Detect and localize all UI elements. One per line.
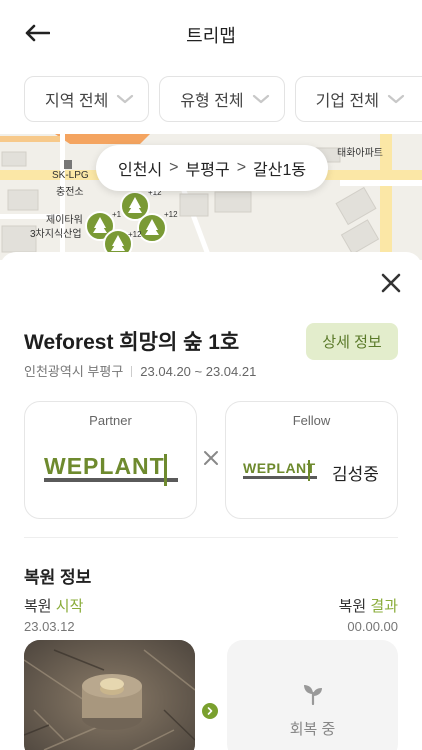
filter-company-dropdown[interactable]: 기업 전체	[294, 76, 422, 122]
chevron-right-icon	[202, 703, 218, 719]
restore-start-date: 23.03.12	[24, 619, 75, 634]
restoration-section-title: 복원 정보	[24, 568, 92, 587]
breadcrumb-separator: >	[169, 159, 179, 176]
restore-end-prefix: 복원	[338, 598, 367, 615]
chevron-down-icon	[252, 94, 269, 104]
fellow-card[interactable]: Fellow WEPLANT 김성중	[225, 401, 398, 519]
map-label-building-sub: 3차지식산업	[30, 229, 82, 240]
section-divider	[24, 537, 398, 538]
restore-start-photo[interactable]	[24, 640, 195, 750]
filter-company-label: 기업 전체	[315, 93, 379, 110]
page-title: 트리맵	[186, 26, 236, 46]
svg-text:WEPLANT: WEPLANT	[243, 460, 316, 476]
map-label-apartment: 태화아파트	[337, 148, 383, 159]
cluster-count: +12	[164, 210, 178, 219]
forest-meta: 인천광역시 부평구 23.04.20 ~ 23.04.21	[24, 361, 256, 380]
map-label-gas-station-sub: 충전소	[56, 187, 84, 198]
restore-end-date: 00.00.00	[347, 619, 398, 634]
detail-info-button[interactable]: 상세 정보	[306, 323, 398, 360]
filter-region-dropdown[interactable]: 지역 전체	[24, 76, 150, 122]
chevron-down-icon	[117, 94, 134, 104]
breadcrumb-separator: >	[236, 159, 247, 176]
partner-card[interactable]: Partner WEPLANT	[24, 401, 197, 519]
restore-result-placeholder: 회복 중	[227, 640, 398, 750]
app-header: 트리맵	[0, 0, 422, 66]
forest-detail-sheet: Weforest 희망의 숲 1호 상세 정보 인천광역시 부평구 23.04.2…	[0, 252, 422, 750]
forest-title: Weforest 희망의 숲 1호	[24, 331, 240, 354]
fellow-logo: WEPLANT	[243, 460, 317, 481]
multiply-icon	[204, 451, 218, 465]
chevron-down-icon	[387, 94, 405, 104]
forest-period: 23.04.20 ~ 23.04.21	[140, 364, 257, 379]
fellow-label: Fellow	[292, 413, 331, 428]
map-label-gas-station: SK-LPG	[52, 170, 89, 181]
cluster-count: +1	[112, 210, 122, 219]
location-breadcrumb[interactable]: 인천시 > 부평구 > 갈산1동	[96, 145, 329, 191]
breadcrumb-city[interactable]: 인천시	[118, 156, 162, 180]
recovery-status: 회복 중	[289, 721, 336, 738]
soil-photo-image	[24, 640, 195, 750]
meta-divider	[131, 366, 133, 377]
breadcrumb-neighborhood[interactable]: 갈산1동	[253, 156, 306, 180]
forest-location: 인천광역시 부평구	[24, 364, 124, 379]
restore-start-label: 복원 시작	[24, 595, 83, 616]
map-label-building: 제이타워	[46, 215, 83, 226]
cluster-count: +12	[128, 230, 142, 239]
breadcrumb-district[interactable]: 부평구	[186, 156, 230, 180]
filter-region-label: 지역 전체	[45, 93, 109, 110]
restore-end-label: 복원 결과	[339, 595, 398, 616]
sprout-icon	[304, 685, 322, 705]
close-button[interactable]	[378, 270, 404, 296]
restore-start-highlight: 시작	[55, 598, 84, 615]
svg-text:WEPLANT: WEPLANT	[44, 453, 165, 479]
fellow-name: 김성중	[332, 465, 379, 484]
filter-type-label: 유형 전체	[180, 93, 244, 110]
filter-bar: 지역 전체 유형 전체 기업 전체	[24, 76, 422, 122]
restore-end-highlight: 결과	[370, 598, 398, 615]
filter-type-dropdown[interactable]: 유형 전체	[159, 76, 285, 122]
close-icon	[381, 273, 401, 293]
partner-logo: WEPLANT	[44, 453, 178, 486]
restore-start-prefix: 복원	[24, 598, 52, 615]
partner-label: Partner	[89, 413, 132, 428]
